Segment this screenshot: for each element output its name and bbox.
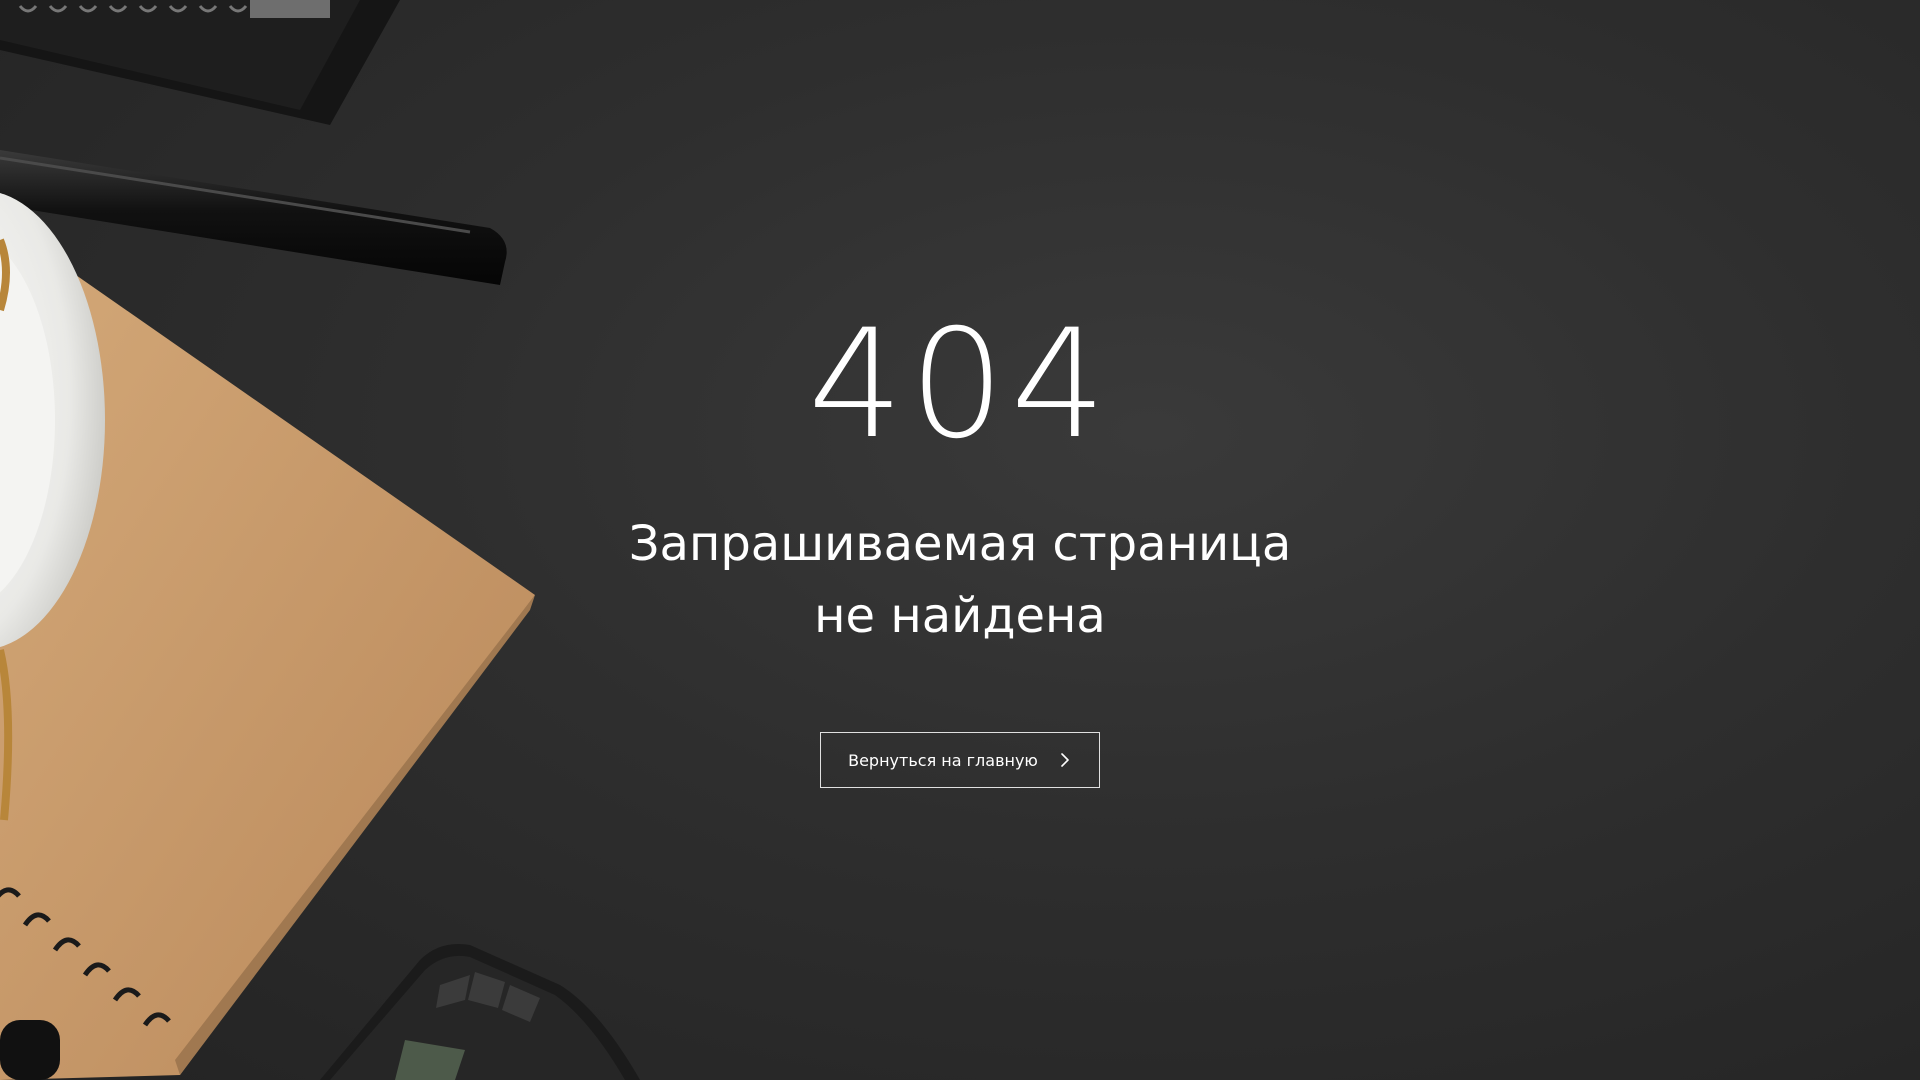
error-page: 404 Запрашиваемая страница не найдена Ве…: [0, 0, 1920, 1080]
back-to-home-label: Вернуться на главную: [848, 750, 1038, 770]
error-message-line-2: не найдена: [814, 588, 1106, 644]
back-to-home-button[interactable]: Вернуться на главную: [820, 732, 1100, 788]
error-message: Запрашиваемая страница не найдена: [0, 508, 1920, 652]
error-content: 404 Запрашиваемая страница не найдена Ве…: [0, 0, 1920, 1080]
error-code: 404: [807, 298, 1113, 472]
chevron-right-icon: [1058, 753, 1072, 767]
error-message-line-1: Запрашиваемая страница: [628, 516, 1292, 572]
